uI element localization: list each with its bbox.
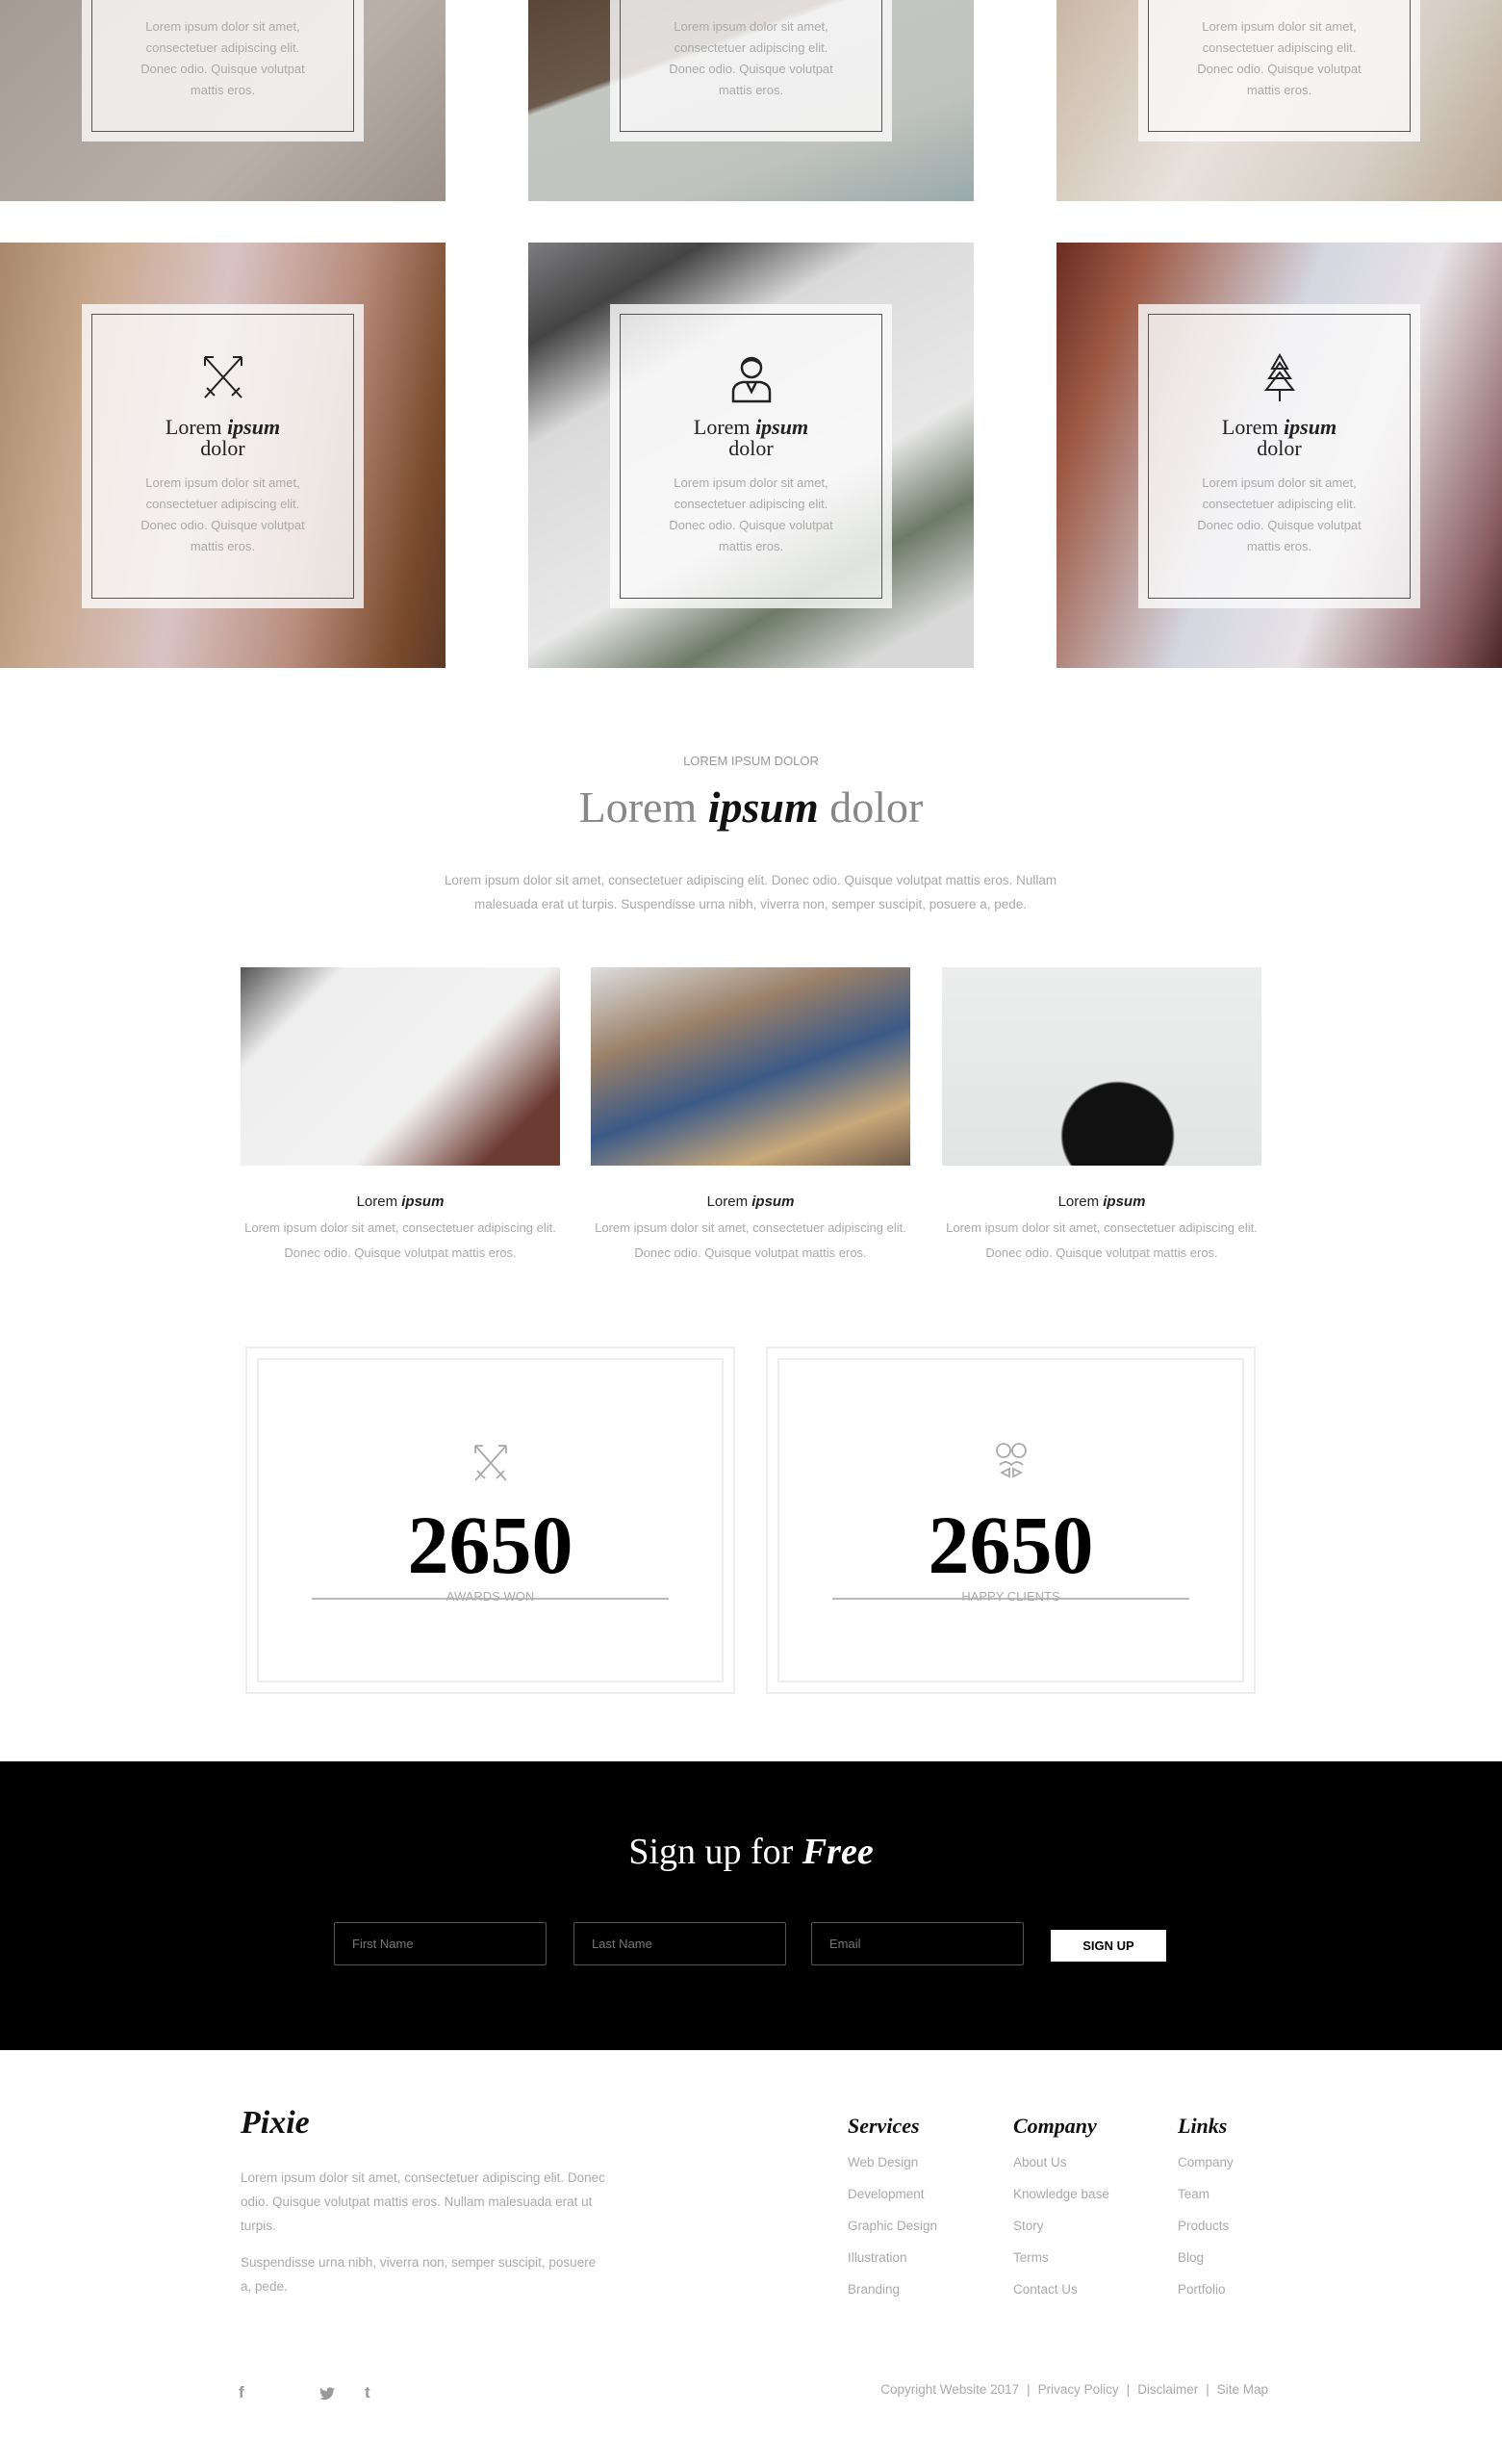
hipster-face-icon [995,1443,1027,1478]
footer-logo[interactable]: Pixie [241,2105,310,2142]
section-label: LOREM IPSUM DOLOR [683,754,819,768]
card-title: Lorem ipsum dolor [165,415,281,460]
footer-link[interactable]: About Us [1013,2146,1109,2178]
top-image-2: Lorem ipsum dolor sit amet, consectetuer… [528,0,974,201]
portfolio-image-1[interactable] [241,967,560,1166]
stat-label: AWARDS WON [446,1589,535,1604]
stat-awards: 2650 AWARDS WON [245,1347,735,1694]
column-title: Services [848,2114,920,2138]
stat-number: 2650 [407,1499,573,1591]
copyright-bar: Copyright Website 2017 | Privacy Policy | Di… [877,2382,1272,2397]
footer-link[interactable]: Blog [1178,2242,1234,2273]
footer-link[interactable]: Terms [1013,2242,1109,2273]
stat-number: 2650 [928,1499,1094,1591]
feature-image-2: Lorem ipsum dolor Lorem ipsum dolor sit a… [528,243,974,668]
card-desc: Lorem ipsum dolor sit amet, consectetuer… [1197,475,1362,553]
separator: | [1027,2382,1031,2397]
twitter-icon[interactable] [319,2387,335,2400]
crossed-arrows-icon [473,1445,507,1481]
feature-card-1[interactable]: Lorem ipsum dolor Lorem ipsum dolor sit a… [82,304,364,608]
portfolio-image-2[interactable] [591,967,910,1166]
footer-paragraph-1: Lorem ipsum dolor sit amet, consectetuer… [241,2170,605,2233]
stat-label: HAPPY CLIENTS [961,1589,1060,1604]
last-name-input[interactable] [573,1922,786,1965]
feature-image-3: Lorem ipsum dolor Lorem ipsum dolor sit a… [1056,243,1502,668]
footer-paragraph-2: Suspendisse urna nibh, viverra non, semp… [241,2255,597,2294]
top-card-1: Lorem ipsum dolor sit amet, consectetuer… [82,0,364,141]
sign-up-button[interactable]: SIGN UP [1051,1930,1166,1962]
portfolio-caption-1: Lorem ipsum Lorem ipsum dolor sit amet, c… [244,1194,556,1260]
disclaimer-link[interactable]: Disclaimer [1137,2382,1198,2397]
email-input[interactable] [811,1922,1024,1965]
crossed-arrows-icon [203,356,242,398]
first-name-input[interactable] [334,1922,547,1965]
top-image-3: Lorem ipsum dolor sit amet, consectetuer… [1056,0,1502,201]
tumblr-icon[interactable]: t [365,2383,370,2402]
footer-link[interactable]: Portfolio [1178,2273,1234,2305]
separator: | [1126,2382,1131,2397]
top-image-1: Lorem ipsum dolor sit amet, consectetuer… [0,0,446,201]
signup-title: Sign up for Free [628,1832,874,1872]
footer-column-links: Links Company Team Products Blog Portfol… [1178,2114,1234,2305]
top-card-3: Lorem ipsum dolor sit amet, consectetuer… [1138,0,1420,141]
card-desc: Lorem ipsum dolor sit amet, consectetuer… [1197,19,1362,97]
footer-link[interactable]: Development [848,2178,937,2210]
footer-link[interactable]: Team [1178,2178,1234,2210]
footer-link[interactable]: Graphic Design [848,2210,937,2242]
footer-link[interactable]: Web Design [848,2146,937,2178]
footer-link[interactable]: Knowledge base [1013,2178,1109,2210]
footer-link[interactable]: Products [1178,2210,1234,2242]
footer-link[interactable]: Company [1178,2146,1234,2178]
pine-tree-icon [1263,352,1295,401]
footer-column-services: Services Web Design Development Graphic … [848,2114,937,2305]
section-paragraph: Lorem ipsum dolor sit amet, consectetuer… [444,873,1057,911]
card-desc: Lorem ipsum dolor sit amet, consectetuer… [140,475,305,553]
portfolio-image-3[interactable] [942,967,1261,1166]
footer-link[interactable]: Contact Us [1013,2273,1109,2305]
footer-link[interactable]: Story [1013,2210,1109,2242]
footer-column-company: Company About Us Knowledge base Story Te… [1013,2114,1109,2305]
signup-section: Sign up for Free SIGN UP [0,1761,1502,2050]
feature-image-1: Lorem ipsum dolor Lorem ipsum dolor sit a… [0,243,446,668]
footer-link[interactable]: Branding [848,2273,937,2305]
portfolio-caption-2: Lorem ipsum Lorem ipsum dolor sit amet, c… [595,1194,906,1260]
person-icon [731,356,771,403]
facebook-icon[interactable]: f [239,2383,244,2402]
stat-clients: 2650 HAPPY CLIENTS [766,1347,1256,1694]
card-desc: Lorem ipsum dolor sit amet, consectetuer… [140,19,305,97]
card-title: Lorem ipsum dolor [1221,415,1337,460]
card-desc: Lorem ipsum dolor sit amet, consectetuer… [669,475,833,553]
privacy-link[interactable]: Privacy Policy [1038,2382,1119,2397]
copyright-text: Copyright Website 2017 [880,2382,1020,2397]
card-desc: Lorem ipsum dolor sit amet, consectetuer… [669,19,833,97]
sitemap-link[interactable]: Site Map [1217,2382,1268,2397]
feature-card-2[interactable]: Lorem ipsum dolor Lorem ipsum dolor sit a… [610,304,892,608]
section-title: Lorem ipsum dolor [578,783,924,832]
separator: | [1206,2382,1209,2397]
card-title: Lorem ipsum dolor [693,415,809,460]
feature-card-3[interactable]: Lorem ipsum dolor Lorem ipsum dolor sit a… [1138,304,1420,608]
portfolio-caption-3: Lorem ipsum Lorem ipsum dolor sit amet, c… [946,1194,1258,1260]
column-title: Company [1013,2114,1097,2138]
top-card-2: Lorem ipsum dolor sit amet, consectetuer… [610,0,892,141]
footer-link[interactable]: Illustration [848,2242,937,2273]
column-title: Links [1178,2114,1228,2138]
